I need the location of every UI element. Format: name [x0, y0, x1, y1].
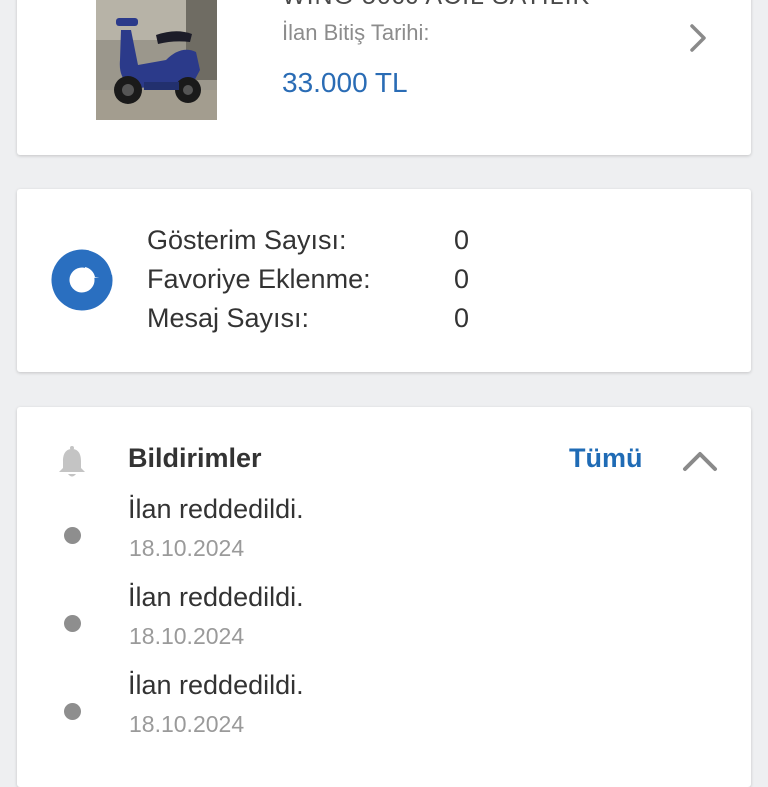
stat-value: 0: [454, 225, 470, 255]
listing-price: 33.000 TL: [282, 67, 408, 98]
notification-item[interactable]: İlan reddedildi. 18.10.2024: [17, 582, 751, 662]
notification-item[interactable]: İlan reddedildi. 18.10.2024: [17, 670, 751, 750]
stats-card: Gösterim Sayısı: 0 Favoriye Eklenme: 0 M…: [17, 189, 751, 372]
all-notifications-link[interactable]: Tümü: [569, 443, 643, 474]
notification-date: 18.10.2024: [129, 711, 245, 737]
stat-label: Mesaj Sayısı:: [147, 303, 310, 333]
pie-chart-icon: [51, 249, 113, 311]
chevron-right-icon[interactable]: [683, 18, 713, 58]
listing-card[interactable]: WING 50cc ACİL SATILIK İlan Bitiş Tarihi…: [17, 0, 751, 155]
stat-value: 0: [454, 303, 470, 333]
stat-label: Gösterim Sayısı:: [147, 225, 347, 255]
stat-label: Favoriye Eklenme:: [147, 264, 371, 294]
chevron-up-icon[interactable]: [681, 449, 719, 473]
scooter-image: [96, 0, 217, 120]
notifications-card: Bildirimler Tümü İlan reddedildi. 18.10.…: [17, 407, 751, 787]
bell-icon: [59, 446, 85, 477]
notification-item[interactable]: İlan reddedildi. 18.10.2024: [17, 494, 751, 574]
notification-date: 18.10.2024: [129, 535, 245, 561]
bullet-dot: [64, 527, 81, 544]
stat-value: 0: [454, 264, 470, 294]
listing-end-date-label: İlan Bitiş Tarihi:: [282, 20, 430, 45]
bullet-dot: [64, 615, 81, 632]
notification-text: İlan reddedildi.: [128, 494, 304, 524]
bullet-dot: [64, 703, 81, 720]
listing-thumbnail[interactable]: [96, 0, 217, 120]
notifications-title: Bildirimler: [128, 443, 262, 473]
notification-text: İlan reddedildi.: [128, 670, 304, 700]
notification-date: 18.10.2024: [129, 623, 245, 649]
listing-title[interactable]: WING 50cc ACİL SATILIK: [282, 0, 590, 11]
notification-text: İlan reddedildi.: [128, 582, 304, 612]
